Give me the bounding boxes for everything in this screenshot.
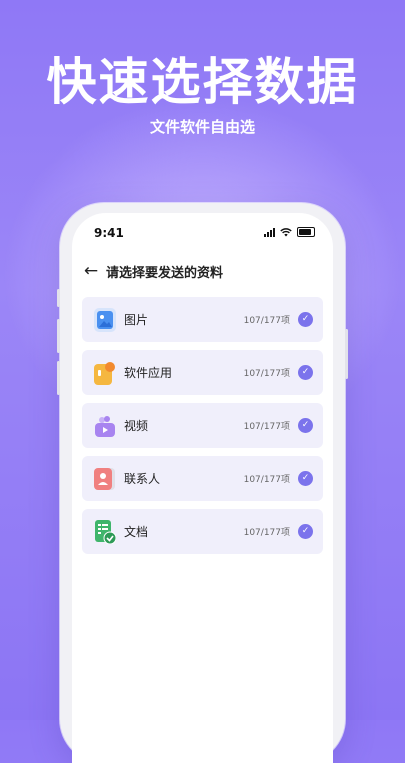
nav-bar: ← 请选择要发送的资料 — [72, 251, 333, 291]
checkmark-icon[interactable]: ✓ — [298, 312, 313, 327]
status-time: 9:41 — [94, 226, 124, 240]
item-count: 107/177项 — [243, 422, 290, 432]
image-icon — [94, 308, 116, 332]
list-item-videos[interactable]: 视频 107/177项 ✓ — [82, 403, 323, 448]
contact-icon — [94, 467, 116, 491]
category-list: 图片 107/177项 ✓ 软件应用 107/177项 ✓ 视频 107/177… — [82, 297, 323, 562]
item-count: 107/177项 — [243, 316, 290, 326]
page-title: 请选择要发送的资料 — [106, 266, 224, 281]
checkmark-icon[interactable]: ✓ — [298, 418, 313, 433]
checkmark-icon[interactable]: ✓ — [298, 524, 313, 539]
document-icon — [94, 520, 117, 545]
phone-power-button — [345, 329, 348, 379]
list-item-apps[interactable]: 软件应用 107/177项 ✓ — [82, 350, 323, 395]
phone-mockup: 9:41 ← 请选择要发送的资料 图片 107/177项 ✓ 软件应用 107/… — [57, 203, 348, 763]
battery-icon — [297, 227, 315, 237]
promo-subtitle: 文件软件自由选 — [149, 118, 255, 136]
item-label: 联系人 — [124, 472, 161, 486]
phone-volume-up-button — [57, 319, 60, 353]
checkmark-icon[interactable]: ✓ — [298, 365, 313, 380]
status-bar: 9:41 — [72, 223, 333, 243]
item-count: 107/177项 — [243, 528, 290, 538]
app-icon — [94, 361, 116, 385]
arrow-left-icon[interactable]: ← — [80, 260, 102, 282]
phone-screen: 9:41 ← 请选择要发送的资料 图片 107/177项 ✓ 软件应用 107/… — [72, 213, 333, 763]
status-icons — [264, 227, 315, 237]
checkmark-icon[interactable]: ✓ — [298, 471, 313, 486]
signal-icon — [264, 227, 275, 237]
promo-headline: 快速选择数据 — [46, 53, 359, 111]
list-item-images[interactable]: 图片 107/177项 ✓ — [82, 297, 323, 342]
list-item-contacts[interactable]: 联系人 107/177项 ✓ — [82, 456, 323, 501]
item-label: 图片 — [124, 313, 149, 327]
list-item-documents[interactable]: 文档 107/177项 ✓ — [82, 509, 323, 554]
phone-volume-down-button — [57, 361, 60, 395]
item-count: 107/177项 — [243, 369, 290, 379]
item-label: 文档 — [124, 525, 149, 539]
item-count: 107/177项 — [243, 475, 290, 485]
item-label: 软件应用 — [124, 366, 173, 380]
phone-mute-button — [57, 289, 60, 307]
video-icon — [94, 414, 116, 438]
item-label: 视频 — [124, 419, 149, 433]
wifi-icon — [280, 227, 292, 236]
